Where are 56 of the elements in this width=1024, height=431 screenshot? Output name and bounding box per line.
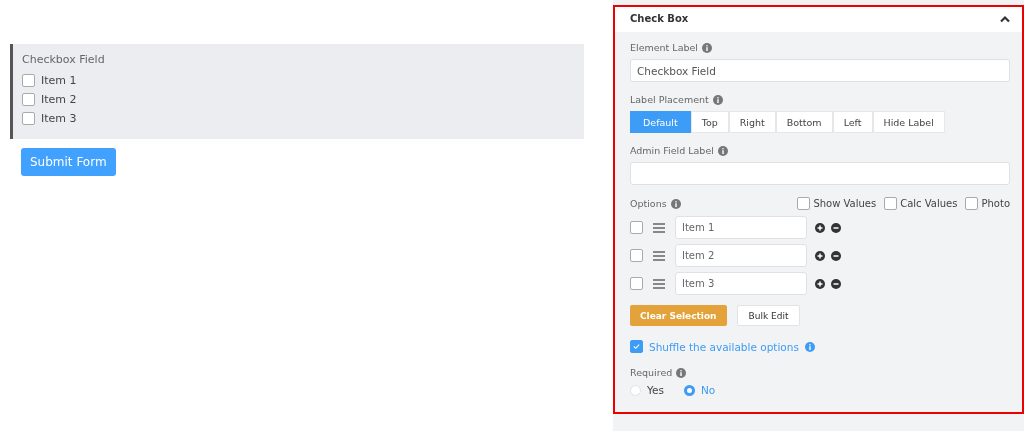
info-icon (804, 341, 815, 352)
checkbox[interactable] (630, 340, 643, 353)
minus-icon[interactable] (831, 250, 841, 261)
plus-icon[interactable] (815, 278, 825, 289)
checkbox[interactable] (630, 249, 643, 262)
checkbox[interactable] (22, 93, 35, 106)
placement-tab[interactable]: Top (690, 111, 729, 133)
info-icon (702, 42, 712, 53)
shuffle-label: Shuffle the available options (649, 340, 799, 353)
checkbox[interactable] (797, 197, 811, 210)
radio-label: No (700, 384, 716, 396)
checkbox[interactable] (965, 197, 979, 210)
drag-handle-icon[interactable] (653, 250, 665, 261)
panel-title: Check Box (630, 13, 689, 24)
placement-tab[interactable]: Right (728, 111, 776, 133)
option-label: Item 3 (41, 112, 77, 125)
toggle-label: Photo (981, 198, 1010, 209)
toggle-label: Calc Values (900, 198, 958, 209)
field-label: Required (630, 367, 673, 378)
field-label: Options (630, 198, 667, 209)
option-input[interactable]: Item 3 (675, 272, 807, 295)
option-label: Item 2 (41, 93, 77, 106)
placement-tab[interactable]: Bottom (775, 111, 833, 133)
minus-icon[interactable] (831, 278, 841, 289)
info-icon (712, 94, 723, 105)
check-icon (632, 342, 641, 351)
field-label: Checkbox Field (22, 53, 106, 66)
panel-header[interactable]: Check Box (615, 7, 1022, 32)
option-input[interactable]: Item 2 (675, 244, 807, 267)
checkbox[interactable] (630, 221, 643, 234)
field-label: Label Placement (630, 94, 709, 105)
plus-icon[interactable] (815, 250, 825, 261)
radio-button[interactable] (683, 384, 695, 396)
chevron-icon[interactable] (1000, 14, 1010, 23)
field-label: Element Label (630, 42, 698, 53)
checkbox[interactable] (630, 277, 643, 290)
option-input[interactable]: Item 1 (675, 216, 807, 239)
minus-icon[interactable] (831, 222, 841, 233)
placement-tab[interactable]: Left (832, 111, 873, 133)
checkbox[interactable] (22, 74, 35, 87)
toggle-label: Show Values (813, 198, 877, 209)
text-input[interactable]: Checkbox Field (630, 59, 1010, 82)
checkbox[interactable] (884, 197, 898, 210)
placement-tab[interactable]: Hide Label (872, 111, 945, 133)
bulk-edit-button[interactable]: Bulk Edit (736, 305, 801, 326)
drag-handle-icon[interactable] (653, 278, 665, 289)
field-label: Admin Field Label (630, 145, 714, 156)
info-icon (670, 198, 681, 209)
info-icon (717, 145, 728, 156)
plus-icon[interactable] (815, 222, 825, 233)
option-label: Item 1 (41, 74, 77, 87)
text-input[interactable] (630, 162, 1010, 185)
info-icon (676, 367, 687, 378)
radio-label: Yes (647, 384, 664, 396)
checkbox[interactable] (22, 112, 35, 125)
drag-handle-icon[interactable] (653, 222, 665, 233)
